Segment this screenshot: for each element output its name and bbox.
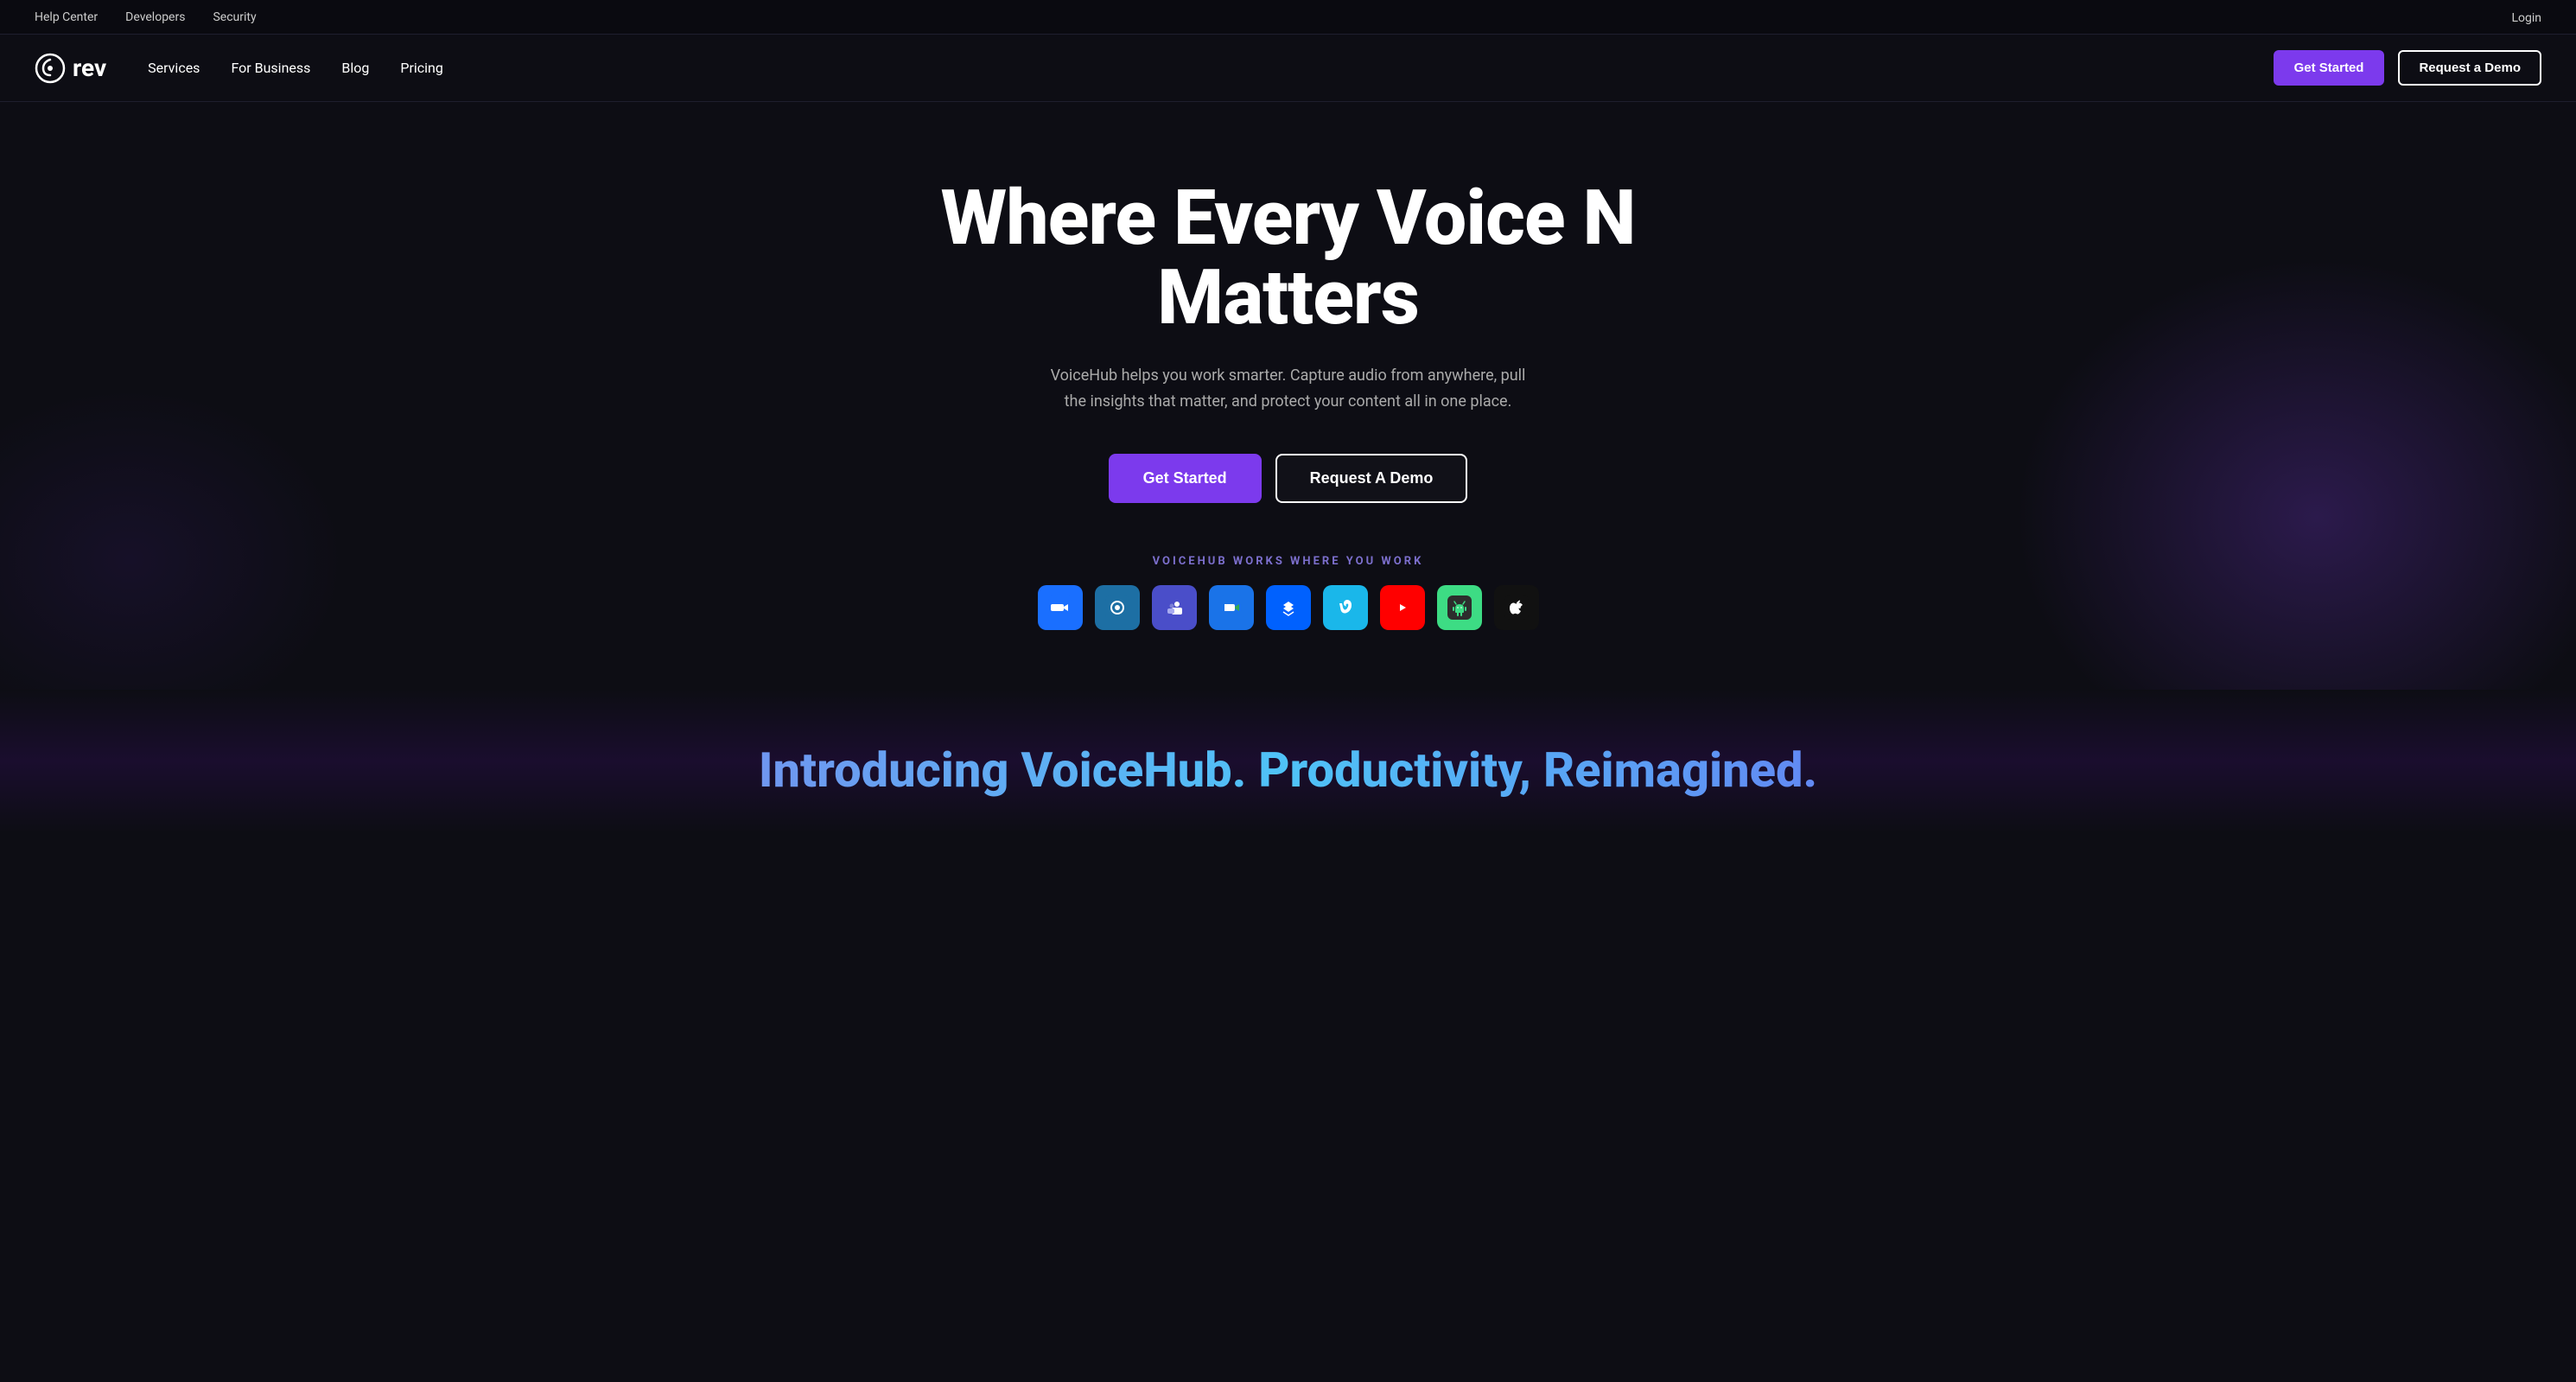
vimeo-icon[interactable] [1323, 585, 1368, 630]
apple-icon[interactable] [1494, 585, 1539, 630]
bottom-section: Introducing VoiceHub. Productivity, Reim… [0, 690, 2576, 833]
nav-left: rev Services For Business Blog Pricing [35, 53, 443, 84]
hero-title: Where Every Voice N Matters [813, 179, 1764, 339]
developers-link[interactable]: Developers [125, 10, 185, 24]
top-bar-right: Login [2511, 9, 2541, 25]
integration-icons [1038, 585, 1539, 630]
hero-buttons: Get Started Request A Demo [1109, 454, 1468, 503]
main-nav: rev Services For Business Blog Pricing G… [0, 35, 2576, 102]
hero-subtitle: VoiceHub helps you work smarter. Capture… [1046, 363, 1530, 416]
nav-request-demo-button[interactable]: Request a Demo [2398, 50, 2541, 86]
android-icon[interactable] [1437, 585, 1482, 630]
logo-text: rev [73, 54, 106, 82]
nav-links: Services For Business Blog Pricing [148, 60, 443, 76]
blog-nav-link[interactable]: Blog [341, 60, 369, 76]
bottom-title: Introducing VoiceHub. Productivity, Reim… [35, 742, 2541, 799]
webex-icon[interactable] [1095, 585, 1140, 630]
for-business-nav-link[interactable]: For Business [231, 60, 310, 76]
integration-section: VOICEHUB WORKS WHERE YOU WORK [1038, 555, 1539, 630]
pricing-nav-link[interactable]: Pricing [400, 60, 443, 76]
teams-icon[interactable] [1152, 585, 1197, 630]
login-link[interactable]: Login [2511, 11, 2541, 25]
nav-get-started-button[interactable]: Get Started [2274, 50, 2385, 86]
zoom-icon[interactable] [1038, 585, 1083, 630]
youtube-icon[interactable] [1380, 585, 1425, 630]
google-meet-icon[interactable] [1209, 585, 1254, 630]
logo[interactable]: rev [35, 53, 106, 84]
help-center-link[interactable]: Help Center [35, 10, 98, 24]
rev-logo-icon [35, 53, 66, 84]
integration-label: VOICEHUB WORKS WHERE YOU WORK [1153, 555, 1424, 568]
hero-section: Where Every Voice N Matters VoiceHub hel… [0, 102, 2576, 690]
hero-request-demo-button[interactable]: Request A Demo [1275, 454, 1468, 503]
dropbox-icon[interactable] [1266, 585, 1311, 630]
services-nav-link[interactable]: Services [148, 60, 200, 76]
security-link[interactable]: Security [213, 10, 256, 24]
top-bar: Help Center Developers Security Login [0, 0, 2576, 35]
nav-right: Get Started Request a Demo [2274, 50, 2541, 86]
hero-get-started-button[interactable]: Get Started [1109, 454, 1262, 503]
top-bar-links: Help Center Developers Security [35, 10, 257, 24]
